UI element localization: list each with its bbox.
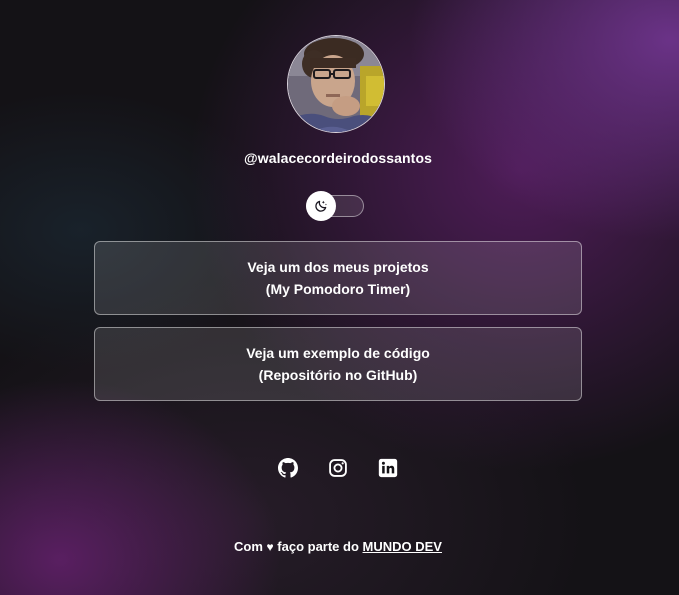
mundo-dev-link[interactable]: MUNDO DEV: [363, 539, 442, 554]
project-link-title: Veja um dos meus projetos: [247, 259, 429, 275]
project-link-subtitle: (My Pomodoro Timer): [265, 281, 411, 297]
avatar: [287, 35, 385, 133]
username: @walacecordeirodossantos: [243, 150, 432, 166]
profile-page: @walacecordeirodossantos Veja um dos meu…: [0, 0, 679, 595]
moon-icon: [315, 200, 327, 212]
social-links: [0, 458, 676, 478]
code-example-link-title: Veja um exemplo de código: [246, 345, 430, 361]
linkedin-icon: [378, 458, 398, 478]
footer: Com ♥ faço parte do MUNDO DEV: [0, 539, 676, 554]
heart-icon: ♥: [266, 540, 274, 554]
instagram-link[interactable]: [328, 458, 348, 478]
instagram-icon: [329, 459, 347, 477]
toggle-knob[interactable]: [306, 191, 336, 221]
code-example-link-subtitle: (Repositório no GitHub): [258, 367, 418, 383]
avatar-photo: [288, 36, 384, 132]
linkedin-link[interactable]: [378, 458, 398, 478]
github-icon: [278, 458, 298, 478]
code-example-link-button[interactable]: Veja um exemplo de código (Repositório n…: [94, 327, 582, 401]
footer-middle: faço parte do: [277, 539, 359, 554]
footer-prefix: Com: [234, 539, 263, 554]
project-link-button[interactable]: Veja um dos meus projetos (My Pomodoro T…: [94, 241, 582, 315]
github-link[interactable]: [278, 458, 298, 478]
theme-toggle[interactable]: [306, 191, 364, 221]
